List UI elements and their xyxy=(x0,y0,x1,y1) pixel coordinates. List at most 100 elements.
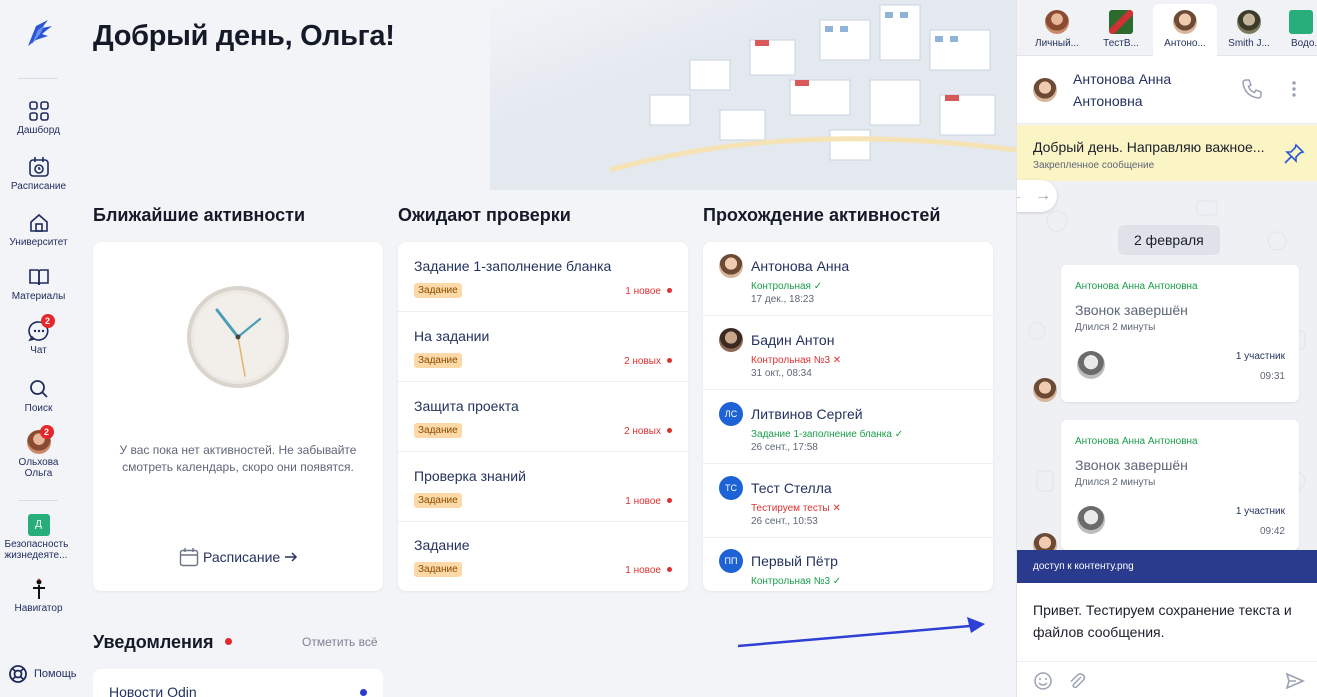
attachment-filename: доступ к контенту.png xyxy=(1033,561,1134,572)
emoji-icon[interactable] xyxy=(1033,671,1053,691)
student-name: Тест Стелла xyxy=(751,480,832,496)
nav-course[interactable]: Д Безопасность жизнедеяте... xyxy=(0,514,77,561)
review-item-title: Защита проекта xyxy=(414,398,519,414)
activity-date: 31 окт., 08:34 xyxy=(751,368,812,379)
nav-label: Ольхова Ольга xyxy=(18,457,59,479)
pinned-subtitle: Закрепленное сообщение xyxy=(1033,160,1155,171)
more-vertical-icon[interactable] xyxy=(1287,78,1301,100)
progress-item[interactable]: ЛС Литвинов Сергей Задание 1-заполнение … xyxy=(703,390,993,464)
chat-tab[interactable]: Водо... xyxy=(1281,4,1317,56)
home-icon xyxy=(29,213,48,232)
review-item[interactable]: Проверка знаний Задание 1 новое xyxy=(398,452,688,522)
chat-panel: Личный... ТестВ... Антоно... Smith J... … xyxy=(1016,0,1317,697)
call-message[interactable]: Антонова Анна Антоновна Звонок завершён … xyxy=(1061,265,1299,402)
nav-divider xyxy=(18,500,58,501)
logo-icon[interactable] xyxy=(22,16,56,50)
mark-all-read-button[interactable]: Отметить всё xyxy=(302,635,378,649)
nav-navigator[interactable]: Навигатор xyxy=(0,578,77,614)
nav-schedule[interactable]: Расписание xyxy=(0,156,77,192)
grid-icon xyxy=(28,101,49,121)
chat-header: Антонова Анна Антоновна xyxy=(1017,56,1317,124)
nav-label: Дашборд xyxy=(17,125,60,136)
avatar-wrap: 2 xyxy=(26,425,54,454)
message-title: Звонок завершён xyxy=(1075,302,1188,318)
unread-badge: 2 xyxy=(40,314,55,328)
left-sidebar: Дашборд Расписание Университет Материалы… xyxy=(0,0,77,697)
chat-tab-active[interactable]: Антоно... xyxy=(1153,4,1217,56)
nav-profile[interactable]: 2 Ольхова Ольга xyxy=(0,425,77,479)
nav-label: Навигатор xyxy=(14,603,63,614)
progress-item[interactable]: ТС Тест Стелла Тестируем тесты ✕ 26 сент… xyxy=(703,464,993,538)
new-count: 1 новое xyxy=(625,496,672,507)
nav-university[interactable]: Университет xyxy=(0,212,77,248)
contact-name[interactable]: Антонова Анна Антоновна xyxy=(1073,68,1223,112)
lifebuoy-icon xyxy=(9,665,27,683)
message-composer[interactable]: Привет. Тестируем сохранение текста и фа… xyxy=(1017,583,1317,697)
activity-status: Задание 1-заполнение бланка ✓ xyxy=(751,429,904,440)
pin-icon[interactable] xyxy=(1283,143,1305,165)
group-avatar xyxy=(1109,10,1133,34)
activity-status: Контрольная ✓ xyxy=(751,281,823,292)
review-item[interactable]: Защита проекта Задание 2 новых xyxy=(398,382,688,452)
send-icon[interactable] xyxy=(1285,671,1305,691)
schedule-link-label: Расписание xyxy=(203,549,281,565)
activity-date: 17 дек., 18:23 xyxy=(751,294,815,305)
nav-search[interactable]: Поиск xyxy=(0,378,77,414)
avatar-initials: ЛС xyxy=(719,402,743,426)
notifications-title: Уведомления xyxy=(93,632,214,652)
chat-tab-label: ТестВ... xyxy=(1103,38,1139,49)
activity-date: 26 сент., 10:53 xyxy=(751,516,818,527)
review-item[interactable]: На задании Задание 2 новых xyxy=(398,312,688,382)
phone-icon[interactable] xyxy=(1241,78,1263,100)
message-author: Антонова Анна Антоновна xyxy=(1075,281,1198,292)
notification-title: Новости Odin xyxy=(109,684,197,697)
search-icon xyxy=(29,380,48,398)
pinned-message[interactable]: Добрый день. Направляю важное... Закрепл… xyxy=(1017,125,1317,181)
chat-tab[interactable]: Smith J... xyxy=(1217,4,1281,56)
nav-dashboard[interactable]: Дашборд xyxy=(0,100,77,136)
progress-title: Прохождение активностей xyxy=(703,205,941,225)
paperclip-icon[interactable] xyxy=(1067,671,1087,691)
nav-label: Расписание xyxy=(10,181,67,192)
course-avatar xyxy=(1289,10,1313,34)
avatar xyxy=(1237,10,1261,34)
nav-chat[interactable]: 2 Чат xyxy=(0,314,77,356)
clock-icon xyxy=(187,286,289,388)
progress-item[interactable]: Бадин Антон Контрольная №3 ✕ 31 окт., 08… xyxy=(703,316,993,390)
progress-item[interactable]: Антонова Анна Контрольная ✓ 17 дек., 18:… xyxy=(703,242,993,316)
calendar-icon xyxy=(179,548,199,567)
attachment-bar[interactable]: доступ к контенту.png xyxy=(1017,550,1317,583)
progress-item[interactable]: ПП Первый Пётр Контрольная №3 ✓ xyxy=(703,537,993,591)
pinned-text: Добрый день. Направляю важное... xyxy=(1033,139,1265,155)
review-item[interactable]: Задание Задание 1 новое xyxy=(398,521,688,591)
book-icon xyxy=(28,269,49,286)
call-message[interactable]: Антонова Анна Антоновна Звонок завершён … xyxy=(1061,420,1299,550)
chat-tab-label: Smith J... xyxy=(1228,38,1270,49)
avatar xyxy=(719,254,743,278)
activity-date: 26 сент., 17:58 xyxy=(751,442,818,453)
notification-item[interactable]: Новости Odin xyxy=(93,669,383,697)
student-name: Литвинов Сергей xyxy=(751,406,863,422)
message-input[interactable]: Привет. Тестируем сохранение текста и фа… xyxy=(1033,599,1308,643)
help-button[interactable]: Помощь xyxy=(8,664,77,684)
chat-tab[interactable]: ТестВ... xyxy=(1089,4,1153,56)
avatar xyxy=(1173,10,1197,34)
chat-tab[interactable]: Личный... xyxy=(1025,4,1089,56)
chat-tab-label: Личный... xyxy=(1035,38,1079,49)
nav-divider xyxy=(18,78,58,79)
avatar xyxy=(719,328,743,352)
city-illustration xyxy=(490,0,1016,190)
review-item-title: Проверка знаний xyxy=(414,468,526,484)
new-count: 1 новое xyxy=(625,565,672,576)
chat-tab-label: Водо... xyxy=(1291,38,1317,49)
forward-arrow-icon[interactable]: → xyxy=(1035,187,1051,205)
schedule-link[interactable]: Расписание xyxy=(179,547,298,567)
message-time: 09:31 xyxy=(1259,371,1285,382)
back-arrow-icon[interactable]: ← xyxy=(1017,187,1023,205)
avatar xyxy=(1033,78,1057,102)
nav-materials[interactable]: Материалы xyxy=(0,266,77,302)
review-item-title: На задании xyxy=(414,328,490,344)
review-item[interactable]: Задание 1-заполнение бланка Задание 1 но… xyxy=(398,242,688,312)
date-separator: 2 февраля xyxy=(1118,225,1220,255)
task-tag: Задание xyxy=(414,562,462,577)
